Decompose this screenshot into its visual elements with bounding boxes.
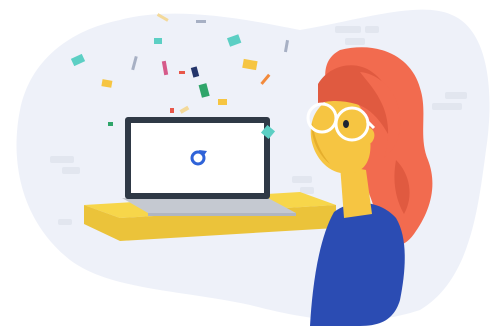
laptop-screen xyxy=(131,123,264,193)
illustration xyxy=(16,9,490,326)
laptop xyxy=(122,117,296,216)
laptop-keyboard xyxy=(122,198,296,213)
eye xyxy=(343,120,349,128)
